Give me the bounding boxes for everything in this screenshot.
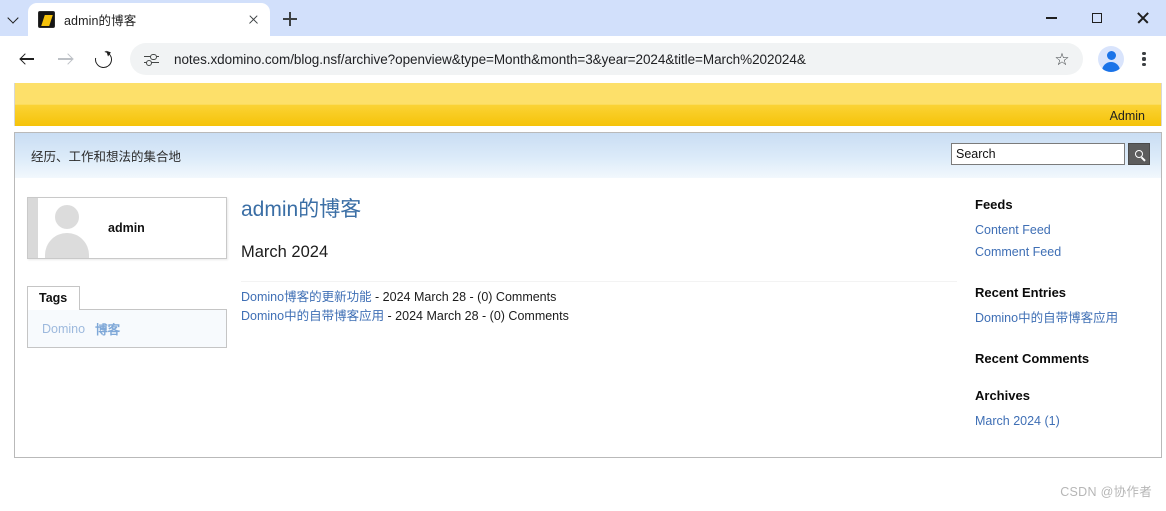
recent-entries-heading: Recent Entries [975, 285, 1067, 300]
profile-button[interactable] [1095, 43, 1127, 75]
site-banner: Admin [14, 83, 1162, 126]
close-window-button[interactable] [1120, 0, 1166, 36]
archive-link[interactable]: March 2024 (1) [975, 410, 1153, 432]
content-divider [241, 281, 957, 283]
minimize-button[interactable] [1028, 0, 1074, 36]
forward-button[interactable] [49, 43, 81, 75]
entry-meta: - 2024 March 28 - (0) Comments [371, 290, 557, 305]
user-silhouette-icon [38, 198, 94, 258]
close-icon [1137, 12, 1149, 24]
tab-strip: admin的博客 [0, 0, 1166, 36]
page-viewport: Admin 经历、工作和想法的集合地 Search admin Tags Dom… [0, 82, 1166, 511]
back-arrow-icon [19, 51, 35, 67]
reload-button[interactable] [87, 43, 119, 75]
window-controls [1028, 0, 1166, 36]
page-title: admin的博客 [241, 198, 362, 221]
site-settings-button[interactable] [138, 46, 164, 72]
bookmark-button[interactable]: ☆ [1047, 44, 1077, 74]
tag-link-blog[interactable]: 博客 [95, 319, 120, 338]
maximize-icon [1092, 13, 1102, 23]
kebab-menu-icon [1142, 51, 1146, 55]
content-feed-link[interactable]: Content Feed [975, 219, 1153, 241]
site-tagline-bar: 经历、工作和想法的集合地 [15, 133, 1161, 179]
site-content-shell: 经历、工作和想法的集合地 admin [14, 132, 1162, 458]
search-button[interactable] [1128, 143, 1150, 165]
reload-icon [95, 51, 112, 68]
right-sidebar: Feeds Content Feed Comment Feed Recent E… [975, 197, 1161, 432]
browser-menu-button[interactable] [1130, 43, 1158, 75]
recent-comments-heading: Recent Comments [975, 351, 1090, 366]
browser-tab[interactable]: admin的博客 [28, 3, 270, 36]
main-content: admin的博客 March 2024 Domino博客的更新功能 - 2024… [227, 197, 975, 432]
month-heading: March 2024 [241, 243, 329, 262]
maximize-button[interactable] [1074, 0, 1120, 36]
tab-tags[interactable]: Tags [27, 286, 81, 310]
tag-link-domino[interactable]: Domino [42, 322, 85, 336]
star-icon: ☆ [1054, 49, 1070, 69]
search-input[interactable] [951, 143, 1125, 165]
left-sidebar: admin Tags Domino 博客 [15, 197, 227, 432]
entry-link[interactable]: Domino博客的更新功能 [241, 290, 372, 304]
search-icon [1135, 150, 1143, 158]
site-body: admin Tags Domino 博客 admin的博客 March 2024… [15, 179, 1161, 432]
entry-list-item: Domino博客的更新功能 - 2024 March 28 - (0) Comm… [241, 288, 957, 307]
archives-heading: Archives [975, 388, 1030, 403]
tab-close-icon[interactable] [244, 11, 262, 29]
url-text: notes.xdomino.com/blog.nsf/archive?openv… [174, 51, 806, 67]
address-bar[interactable]: notes.xdomino.com/blog.nsf/archive?openv… [130, 43, 1083, 75]
browser-window: admin的博客 notes.xdomino.com/blog.nsf/arch… [0, 0, 1166, 511]
profile-card-accent [28, 198, 38, 258]
tab-title: admin的博客 [64, 14, 137, 28]
site-settings-icon [143, 53, 159, 66]
browser-toolbar: notes.xdomino.com/blog.nsf/archive?openv… [0, 36, 1166, 82]
chevron-down-icon [9, 13, 19, 23]
watermark: CSDN @协作者 [1060, 485, 1152, 499]
tab-search-button[interactable] [0, 0, 28, 36]
blog-site: Admin 经历、工作和想法的集合地 Search admin Tags Dom… [14, 83, 1162, 458]
profile-avatar-icon [1098, 46, 1124, 72]
minimize-icon [1045, 17, 1057, 19]
domino-favicon-icon [38, 11, 55, 28]
forward-arrow-icon [57, 51, 73, 67]
banner-user-label[interactable]: Admin [1110, 109, 1145, 123]
recent-entry-link[interactable]: Domino中的自带博客应用 [975, 307, 1153, 329]
back-button[interactable] [11, 43, 43, 75]
profile-name: admin [108, 221, 145, 235]
tags-panel-body: Domino 博客 [27, 309, 227, 348]
site-tagline: 经历、工作和想法的集合地 [31, 150, 182, 164]
feeds-heading: Feeds [975, 197, 1013, 212]
comment-feed-link[interactable]: Comment Feed [975, 241, 1153, 263]
new-tab-button[interactable] [276, 5, 304, 33]
tags-tablist: Tags [27, 285, 227, 310]
profile-card[interactable]: admin [27, 197, 227, 259]
site-search [951, 143, 1150, 165]
entry-link[interactable]: Domino中的自带博客应用 [241, 309, 384, 323]
entry-list-item: Domino中的自带博客应用 - 2024 March 28 - (0) Com… [241, 307, 957, 326]
tags-panel: Tags Domino 博客 [27, 285, 227, 348]
entry-meta: - 2024 March 28 - (0) Comments [384, 309, 569, 324]
